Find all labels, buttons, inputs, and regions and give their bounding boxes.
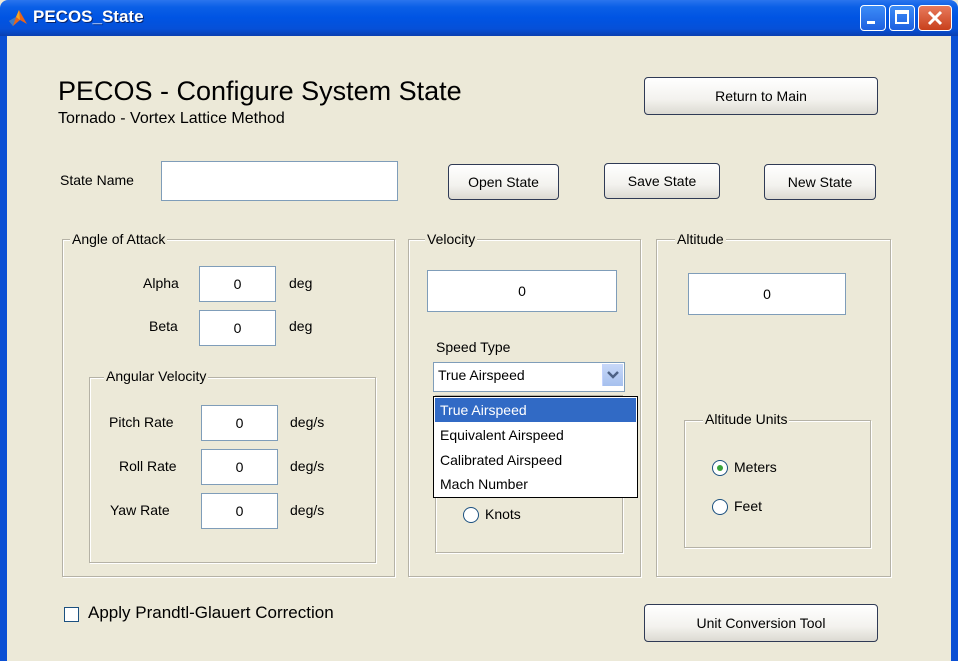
state-name-label: State Name <box>60 172 134 188</box>
feet-radio[interactable] <box>712 499 728 515</box>
speed-type-selected-value: True Airspeed <box>438 367 525 383</box>
speed-type-option-true-airspeed[interactable]: True Airspeed <box>435 398 636 422</box>
speed-type-label: Speed Type <box>436 339 511 355</box>
velocity-input[interactable]: 0 <box>427 270 617 312</box>
pitch-rate-input[interactable]: 0 <box>201 405 278 441</box>
page-title: PECOS - Configure System State <box>58 76 462 106</box>
angle-of-attack-title: Angle of Attack <box>70 231 168 247</box>
close-icon <box>927 10 943 26</box>
maximize-button[interactable] <box>889 5 915 31</box>
app-window: PECOS_State PECOS - Configure System Sta… <box>0 0 958 661</box>
alpha-label: Alpha <box>143 275 179 291</box>
window-frame-left <box>0 36 7 661</box>
altitude-title: Altitude <box>675 231 726 247</box>
altitude-input[interactable]: 0 <box>688 273 846 315</box>
meters-label: Meters <box>734 459 777 475</box>
alpha-unit: deg <box>289 275 313 291</box>
unit-conversion-tool-button[interactable]: Unit Conversion Tool <box>644 604 878 642</box>
knots-radio[interactable] <box>463 507 479 523</box>
close-button[interactable] <box>918 5 952 31</box>
roll-rate-unit: deg/s <box>290 458 325 474</box>
window-title: PECOS_State <box>33 7 144 26</box>
speed-type-select[interactable]: True Airspeed <box>433 362 625 392</box>
roll-rate-input[interactable]: 0 <box>201 449 278 485</box>
altitude-units-group <box>684 420 871 548</box>
beta-input[interactable]: 0 <box>199 310 276 346</box>
yaw-rate-label: Yaw Rate <box>110 502 170 518</box>
speed-type-option-equivalent-airspeed[interactable]: Equivalent Airspeed <box>435 423 636 447</box>
minimize-button[interactable] <box>860 5 886 31</box>
return-to-main-button[interactable]: Return to Main <box>644 77 878 115</box>
speed-type-option-calibrated-airspeed[interactable]: Calibrated Airspeed <box>435 448 636 472</box>
alpha-input[interactable]: 0 <box>199 266 276 302</box>
speed-type-option-mach-number[interactable]: Mach Number <box>435 472 636 496</box>
roll-rate-label: Roll Rate <box>119 458 177 474</box>
matlab-icon <box>8 8 28 28</box>
knots-label: Knots <box>485 506 521 522</box>
speed-type-dropdown-list: True Airspeed Equivalent Airspeed Calibr… <box>433 396 638 498</box>
altitude-units-title: Altitude Units <box>703 411 790 427</box>
yaw-rate-input[interactable]: 0 <box>201 493 278 529</box>
angular-velocity-title: Angular Velocity <box>104 368 209 384</box>
new-state-button[interactable]: New State <box>764 164 876 200</box>
yaw-rate-unit: deg/s <box>290 502 325 518</box>
beta-unit: deg <box>289 318 313 334</box>
maximize-icon <box>895 10 909 24</box>
minimize-icon <box>867 21 875 24</box>
state-name-input[interactable] <box>161 161 398 201</box>
chevron-down-icon[interactable] <box>602 364 623 386</box>
pitch-rate-unit: deg/s <box>290 414 325 430</box>
pitch-rate-label: Pitch Rate <box>109 414 174 430</box>
title-bar[interactable]: PECOS_State <box>0 0 958 36</box>
velocity-title: Velocity <box>425 231 478 247</box>
prandtl-glauert-label: Apply Prandtl-Glauert Correction <box>88 603 334 622</box>
meters-radio[interactable] <box>712 460 728 476</box>
save-state-button[interactable]: Save State <box>604 163 720 199</box>
window-frame-right <box>951 36 958 661</box>
prandtl-glauert-checkbox[interactable] <box>64 607 79 622</box>
radio-selected-dot <box>717 465 723 471</box>
open-state-button[interactable]: Open State <box>448 164 559 200</box>
page-subtitle: Tornado - Vortex Lattice Method <box>58 110 285 127</box>
beta-label: Beta <box>149 318 178 334</box>
feet-label: Feet <box>734 498 763 514</box>
